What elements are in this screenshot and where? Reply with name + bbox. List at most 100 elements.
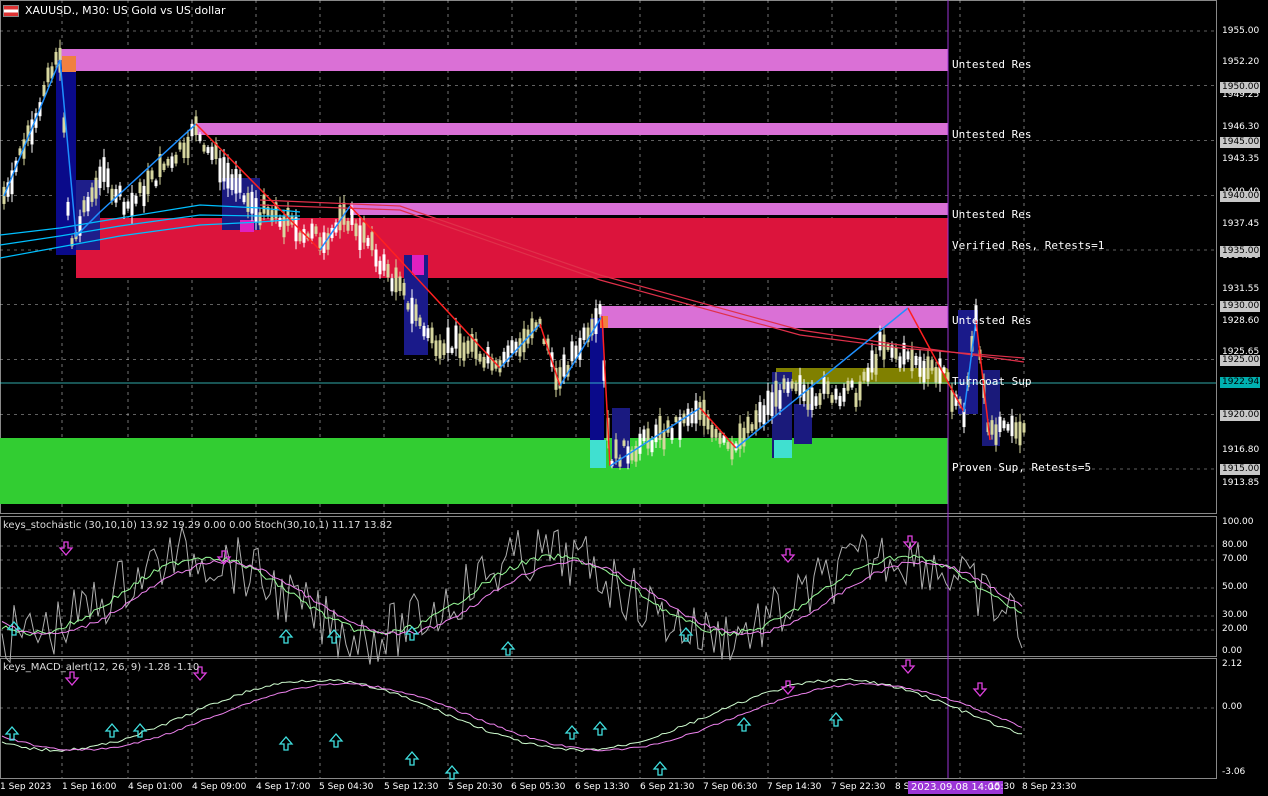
candle-body [346,221,350,231]
candle-body [426,328,430,338]
candle-body [262,194,266,214]
candle-body [238,174,242,193]
candle-body [54,51,58,65]
candle-body [150,170,154,180]
time-axis-label: 4 Sep 01:00 [128,782,183,792]
time-axis-label: 4 Sep 09:00 [192,782,247,792]
candle-body [382,254,386,271]
stoch-axis-label: 0.00 [1222,646,1243,656]
zone-label: Untested Res [952,314,1032,327]
candle-body [930,360,934,371]
time-axis-label: 6 Sep 21:30 [640,782,695,792]
price-level-tag: 1920.00 [1220,410,1260,421]
zone-label: Verified Res, Retests=1 [952,239,1105,252]
price-axis-label: 1946.30 [1222,122,1260,132]
candle-body [710,424,714,438]
candle-body [846,380,850,391]
stoch-pane-border [0,516,1217,657]
price-axis-label: 1928.60 [1222,316,1260,326]
candle-body [302,229,306,243]
candle-body [446,327,450,353]
candle-body [362,222,366,243]
sell-arrow-icon [900,659,916,674]
candle-body [578,337,582,360]
candle-body [842,387,846,402]
candle-body [198,134,202,142]
candle-body [778,390,782,409]
candle-body [658,415,662,440]
candle-body [94,177,98,199]
candle-body [374,249,378,267]
candle-body [338,205,342,231]
candle-body [378,260,382,275]
candle-body [826,381,830,395]
zone-marker [590,440,606,468]
candle-body [938,358,942,384]
zone-rect [776,368,948,384]
candle-body [782,378,786,390]
candle-body [790,381,794,389]
candle-body [1014,422,1018,439]
candle-body [126,201,130,209]
candle-body [674,416,678,423]
candle-body [122,201,126,215]
candle-body [294,217,298,242]
candle-body [202,144,206,152]
chart-window[interactable]: XAUUSD., M30: US Gold vs US dollar Untes… [0,0,1268,796]
symbol-title: XAUUSD., M30: US Gold vs US dollar [25,4,226,17]
candle-body [718,432,722,444]
candle-body [394,267,398,293]
zone-label: Turncoat Sup [952,375,1032,388]
time-axis-label: 6 Sep 05:30 [511,782,566,792]
candle-body [386,264,390,278]
candle-body [910,349,914,372]
candle-body [46,67,50,83]
zone-label: Untested Res [952,208,1032,221]
candle-body [878,331,882,351]
sell-arrow-icon [64,671,80,686]
candle-body [774,380,778,407]
price-axis-label: 1931.55 [1222,284,1260,294]
buy-arrow-icon [652,761,668,776]
candle-body [178,142,182,150]
macd-pane-border [0,658,1217,779]
candle-body [250,191,254,214]
price-chart-canvas[interactable] [0,0,1268,796]
price-axis-label: 1913.85 [1222,478,1260,488]
candle-body [746,416,750,434]
price-axis-label: 1943.35 [1222,154,1260,164]
candle-body [510,340,514,354]
stoch-axis-label: 30.00 [1222,610,1248,620]
candle-body [414,304,418,321]
macd-axis-label: 0.00 [1222,702,1243,712]
candle-body [222,157,226,182]
candle-body [882,334,886,360]
candle-body [582,327,586,341]
time-axis-label: 6 Sep 13:30 [575,782,630,792]
candle-body [134,195,138,204]
buy-arrow-icon [6,621,22,636]
stochastic-title: keys_stochastic (30,10,10) 13.92 19.29 0… [3,520,393,531]
stoch-axis-label: 70.00 [1222,554,1248,564]
zone-marker [240,220,254,232]
time-axis-label: 8 Sep 23:30 [1022,782,1077,792]
zone-rect [60,49,948,71]
candle-body [894,347,898,359]
zone-marker [412,255,424,275]
candle-body [182,142,186,158]
candle-body [854,392,858,407]
price-level-tag: 1925.00 [1220,355,1260,366]
candle-body [1006,424,1010,431]
zone-marker [62,56,76,72]
candle-body [142,185,146,207]
candle-body [226,162,230,189]
candle-body [450,347,454,353]
candle-body [1018,421,1022,446]
order-block [794,404,812,444]
buy-arrow-icon [736,717,752,732]
zigzag-line [539,323,561,387]
candle-body [670,428,674,440]
candle-body [354,223,358,237]
candle-body [466,340,470,354]
candle-body [254,198,258,222]
